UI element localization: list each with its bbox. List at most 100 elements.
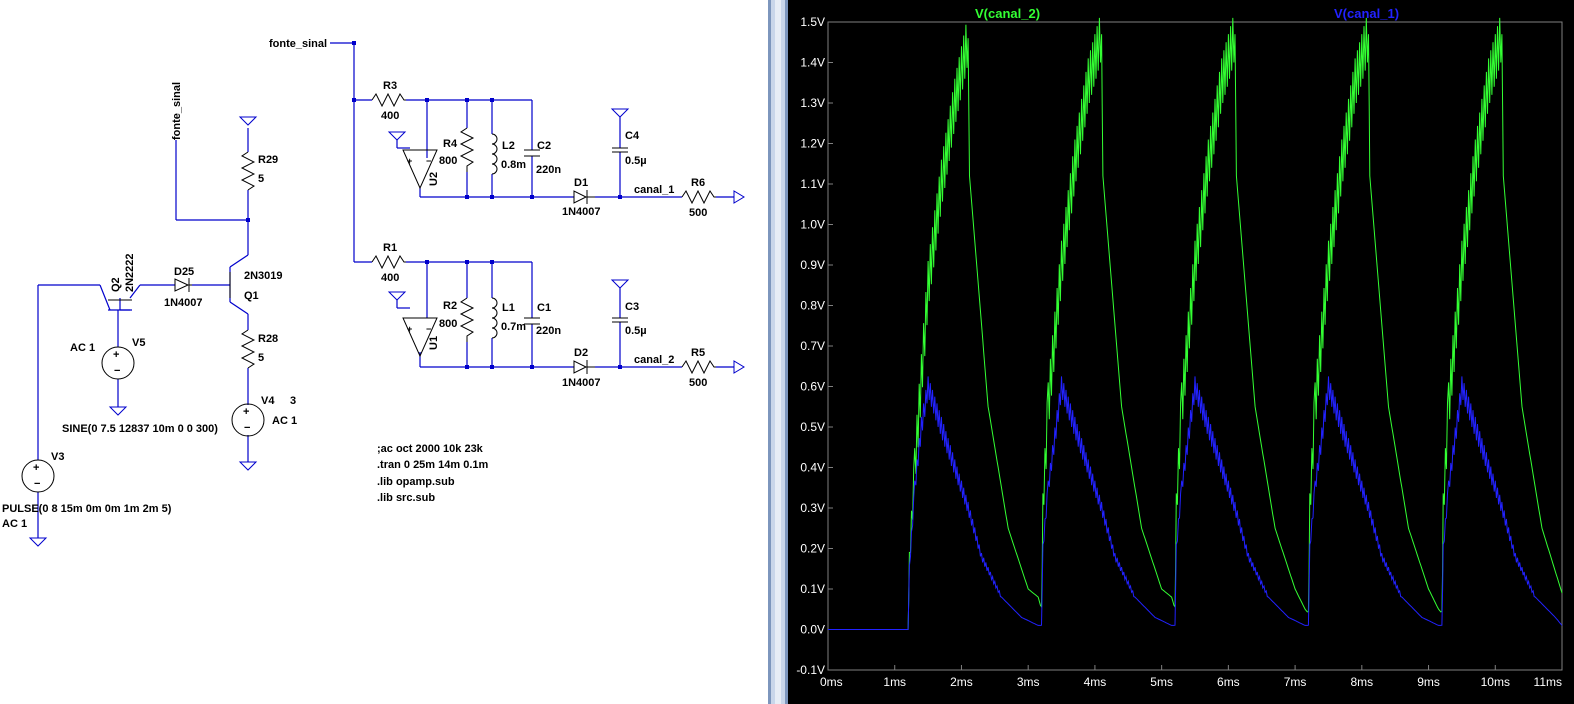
r4-symbol [459,127,475,172]
v5-ac: AC 1 [70,342,95,354]
r29-name: R29 [258,154,278,166]
source-polarity: + − + − + − + − + − [33,156,431,490]
u2-name: U2 [428,172,440,186]
y-tick-label: 1.2V [800,137,825,151]
d1-name: D1 [574,177,588,189]
v4-ac: AC 1 [272,415,297,427]
r2-symbol [459,297,475,342]
net-label-fonte-sinal: fonte_sinal [269,38,327,50]
c2-value: 220n [536,164,561,176]
x-tick-label: 9ms [1417,675,1440,689]
v4-name: V4 [261,395,275,407]
traces [828,17,1563,630]
c2-name: C2 [537,140,551,152]
r4-name: R4 [443,138,458,150]
trace-v-canal-1 [828,376,1563,630]
svg-text:+: + [407,156,412,166]
net-label-canal-2: canal_2 [634,354,674,366]
y-tick-label: 1.4V [800,56,825,70]
r5-value: 500 [689,377,707,389]
svg-text:−: − [34,478,40,490]
x-tick-label: 1ms [883,675,906,689]
svg-text:−: − [244,422,250,434]
r3-name: R3 [383,80,397,92]
r3-value: 400 [381,110,399,122]
r29-value: 5 [258,173,264,185]
y-tick-label: 0.1V [800,582,825,596]
y-tick-label: 0.9V [800,258,825,272]
x-tick-label: 10ms [1481,675,1510,689]
r6-symbol [681,189,716,205]
c3-value: 0.5µ [625,325,647,337]
r28-name: R28 [258,333,278,345]
d25-value: 1N4007 [164,297,203,309]
r28-symbol [240,329,256,369]
x-tick-label: 6ms [1217,675,1240,689]
r3-symbol [371,92,406,108]
directive-tran: .tran 0 25m 14m 0.1m [377,459,489,471]
x-tick-label: 4ms [1084,675,1107,689]
svg-text:−: − [426,324,431,334]
v5-spec: SINE(0 7.5 12837 10m 0 0 300) [62,423,218,435]
r28-value: 5 [258,352,264,364]
schematic-canvas[interactable]: + − + − + − + − + − fonte_sinal fonte_sinal c… [0,0,768,704]
y-tick-label: 0.6V [800,380,825,394]
x-tick-label: 7ms [1284,675,1307,689]
net-label-fonte-sinal-vertical: fonte_sinal [171,82,183,140]
r6-value: 500 [689,207,707,219]
q1-value: 2N3019 [244,270,283,282]
c4-name: C4 [625,130,640,142]
d25-name: D25 [174,266,194,278]
junctions [246,41,622,369]
y-tick-label: 0.2V [800,542,825,556]
l2-name: L2 [502,140,515,152]
x-tick-label: 0ms [820,675,843,689]
y-tick-label: 1.5V [800,15,825,29]
y-tick-label: 0.7V [800,339,825,353]
x-tick-label: 3ms [1017,675,1040,689]
q2-name: Q2 [110,277,122,292]
r1-value: 400 [381,272,399,284]
v3-ac: AC 1 [2,518,27,530]
d2-name: D2 [574,347,588,359]
svg-text:+: + [407,324,412,334]
y-tick-label: 0.5V [800,420,825,434]
c4-value: 0.5µ [625,155,647,167]
l2-symbol [491,133,498,175]
trace-label-canal-2[interactable]: V(canal_2) [975,6,1040,21]
schematic-editor[interactable]: + − + − + − + − + − fonte_sinal fonte_sinal c… [0,0,768,704]
c1-value: 220n [536,325,561,337]
directive-ac: ;ac oct 2000 10k 23k [377,443,484,455]
l1-name: L1 [502,302,515,314]
pane-divider[interactable] [768,0,788,704]
svg-text:−: − [426,156,431,166]
plot-frame [827,21,1563,671]
x-tick-label: 11ms [1534,675,1562,689]
r1-symbol [371,254,406,270]
r5-symbol [681,359,716,375]
svg-text:+: + [113,349,119,361]
d2-symbol [573,360,588,374]
v5-name: V5 [132,337,145,349]
x-tick-label: 5ms [1150,675,1173,689]
v3-spec: PULSE(0 8 15m 0m 0m 1m 2m 5) [2,503,172,515]
directive-lib-src: .lib src.sub [377,492,435,504]
d2-value: 1N4007 [562,377,601,389]
directive-lib-opamp: .lib opamp.sub [377,476,455,488]
l1-value: 0.7m [501,321,526,333]
waveform-plot[interactable]: 1.5V 1.4V 1.3V 1.2V 1.1V 1.0V 0.9V 0.8V 0.7V 0.6V… [788,0,1574,704]
y-tick-label: 1.3V [800,96,825,110]
svg-text:−: − [114,365,120,377]
y-tick-label: 1.0V [800,218,825,232]
d1-symbol [573,190,588,204]
c1-name: C1 [537,302,551,314]
y-tick-label: 0.8V [800,299,825,313]
waveform-viewer[interactable]: 1.5V 1.4V 1.3V 1.2V 1.1V 1.0V 0.9V 0.8V 0.7V 0.6V… [788,0,1574,704]
v3-name: V3 [51,451,64,463]
l2-value: 0.8m [501,159,526,171]
trace-label-canal-1[interactable]: V(canal_1) [1334,6,1399,21]
c3-name: C3 [625,301,639,313]
schematic-labels: fonte_sinal fonte_sinal canal_1 canal_2 … [2,38,707,530]
x-tick-label: 8ms [1350,675,1373,689]
y-tick-label: 1.1V [800,177,825,191]
